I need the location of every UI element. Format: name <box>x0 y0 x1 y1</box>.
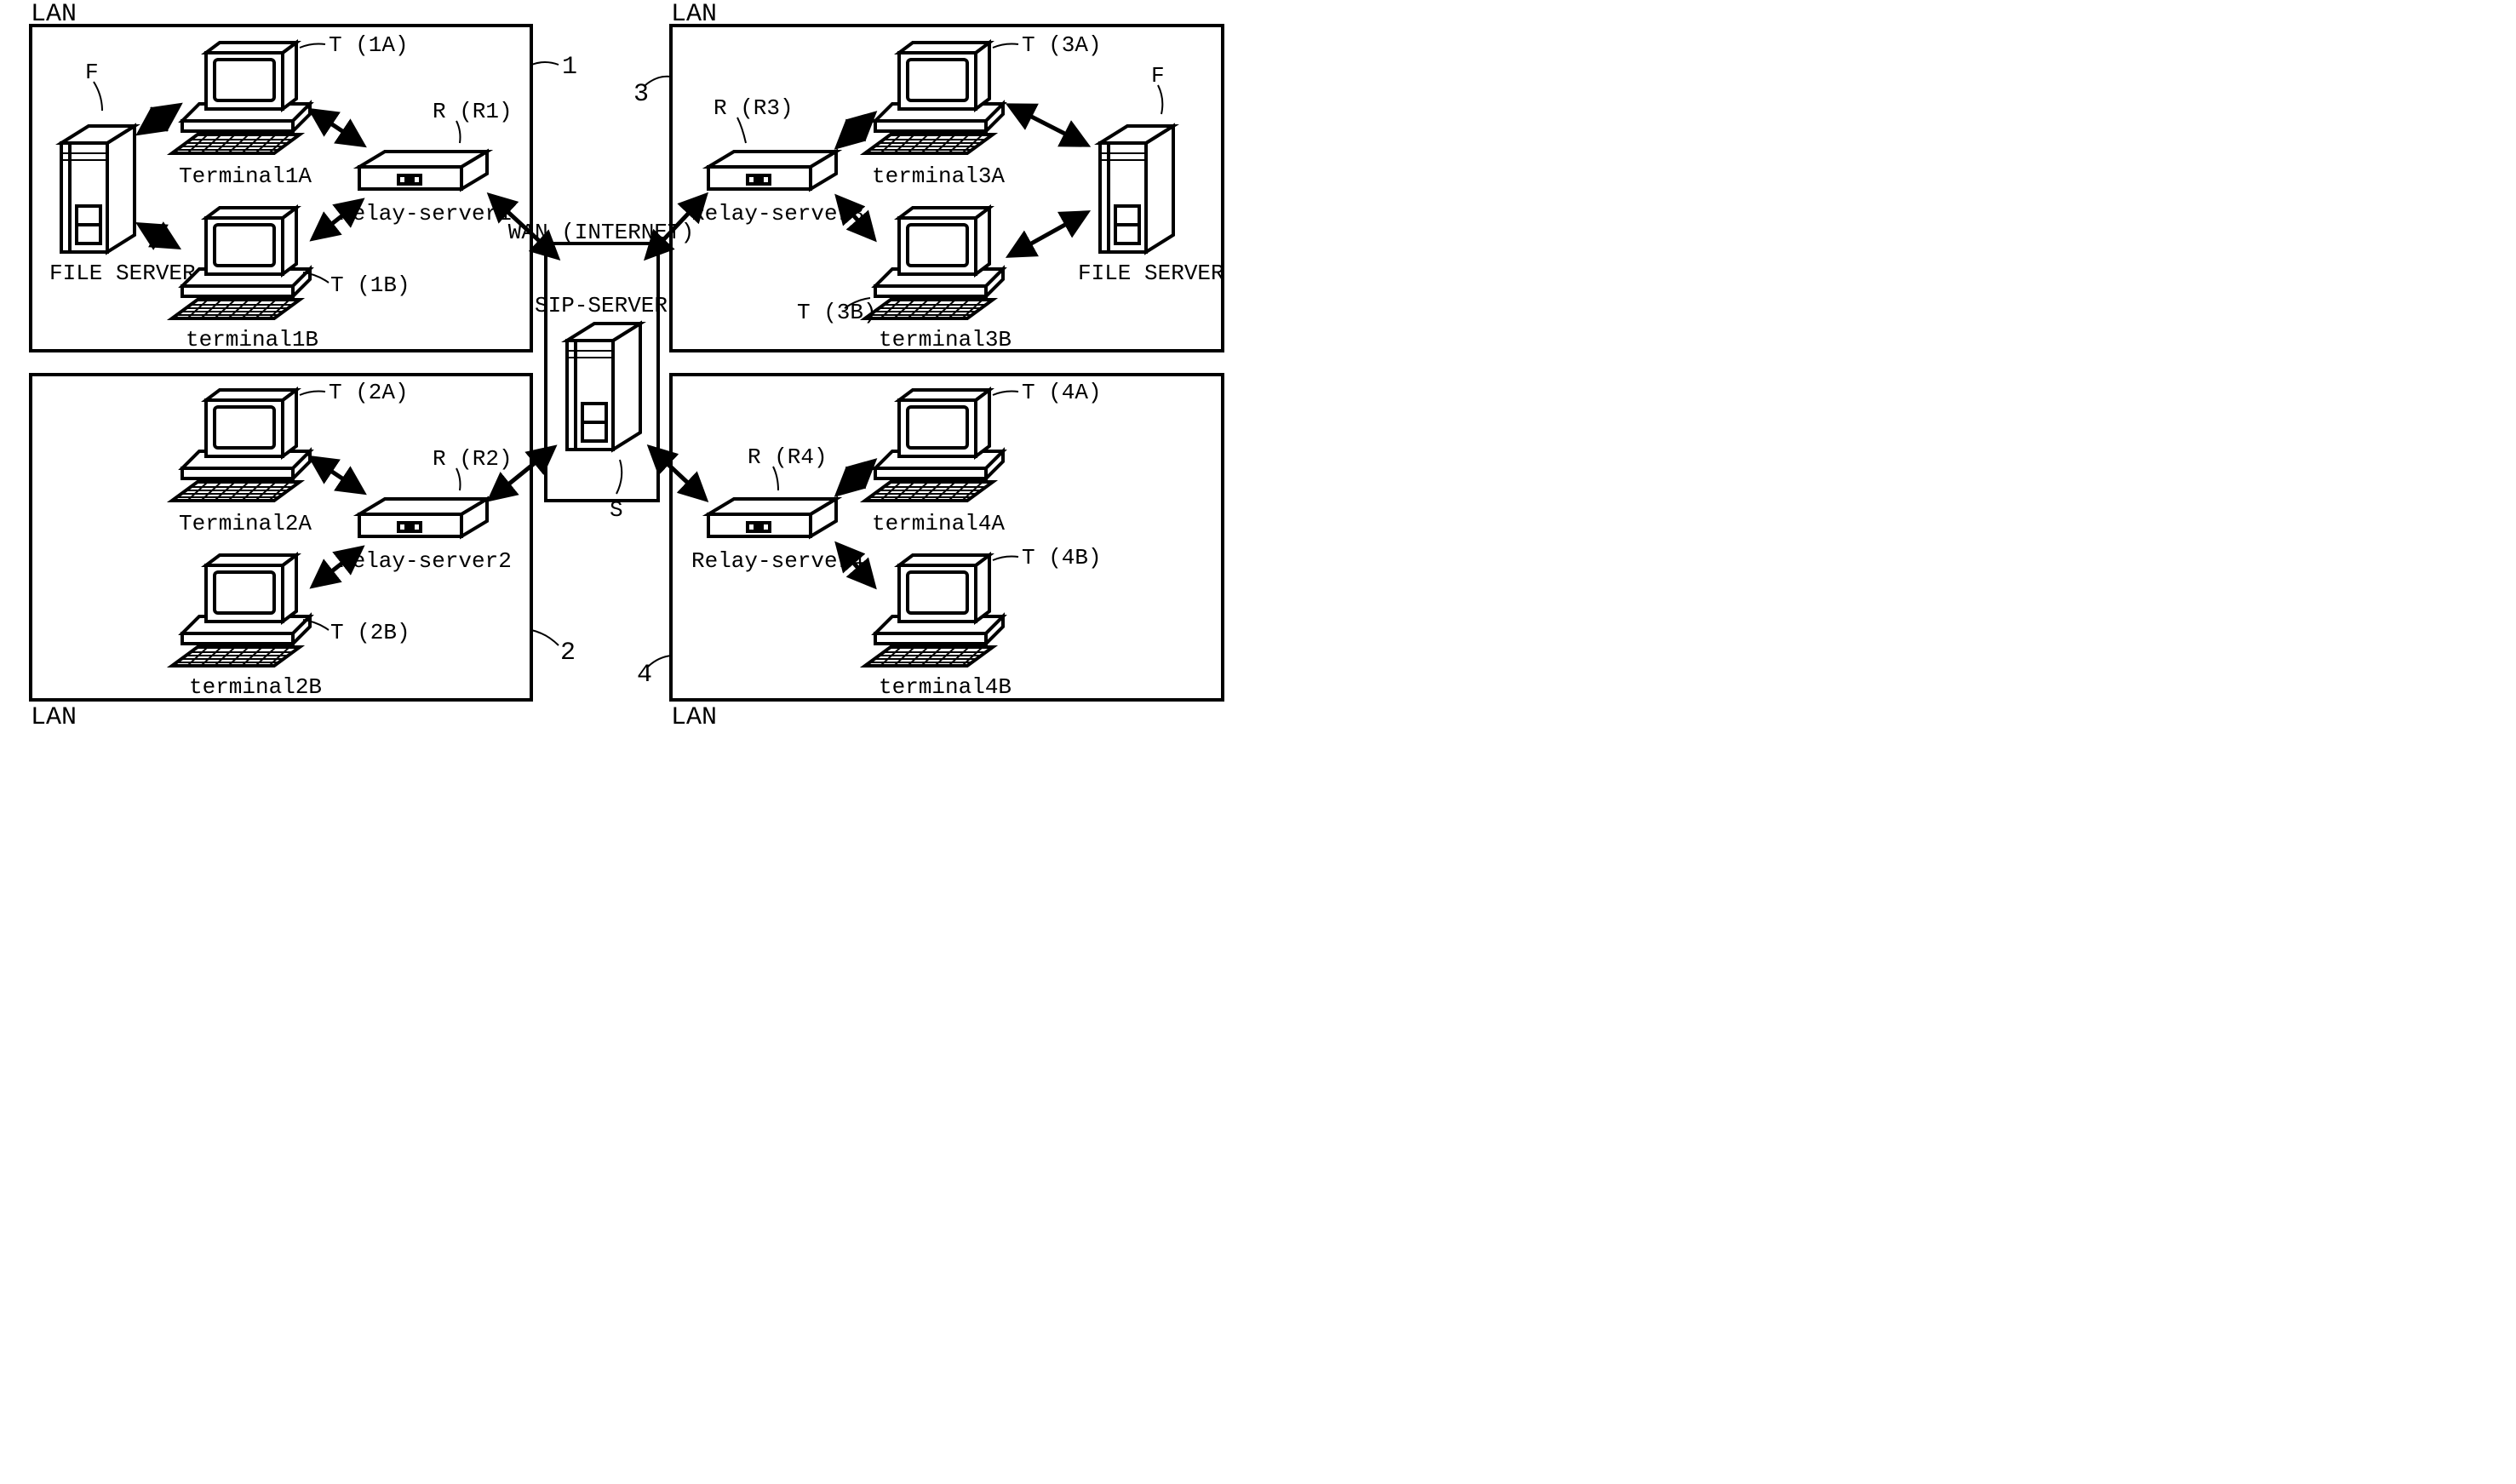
lan3-id: 3 <box>633 80 649 109</box>
lan1: FILE SERVER F Terminal1A T (1A) terminal… <box>49 32 577 352</box>
lan3-tb-callout: T (3B) <box>797 300 877 325</box>
terminal-icon <box>172 43 310 153</box>
lan3-label: LAN <box>671 0 717 29</box>
lan2-ta-callout: T (2A) <box>329 380 409 405</box>
lan2-relay-callout: R (R2) <box>433 446 513 472</box>
terminal-icon <box>865 390 1003 501</box>
lan3-tb-name: terminal3B <box>879 327 1012 352</box>
lan2-label: LAN <box>31 703 77 732</box>
lan2-relay-name: Relay-server2 <box>339 548 512 574</box>
diagram-root: LAN LAN LAN LAN WAN (INTERNET) SIP-SERVE… <box>0 0 1263 753</box>
sip-callout: S <box>610 497 623 523</box>
lan4-relay-callout: R (R4) <box>748 444 828 470</box>
lan4: Relay-server4 R (R4) terminal4A T (4A) t… <box>637 380 1102 700</box>
lan1-tb-callout: T (1B) <box>330 272 410 298</box>
file-server-icon <box>1100 126 1173 252</box>
lan4-id: 4 <box>637 661 652 690</box>
lan3-fileserver-callout: F <box>1151 63 1165 89</box>
lan1-ta-callout: T (1A) <box>329 32 409 58</box>
lan4-ta-callout: T (4A) <box>1022 380 1102 405</box>
relay-icon <box>359 499 487 536</box>
relay-icon <box>708 499 836 536</box>
relay-icon <box>708 152 836 189</box>
lan3-ta-callout: T (3A) <box>1022 32 1102 58</box>
lan3-relay-callout: R (R3) <box>714 95 794 121</box>
terminal-icon <box>865 208 1003 318</box>
lan2: Terminal2A T (2A) terminal2B T (2B) Rela… <box>172 380 576 700</box>
lan3-relay-name: Relay-server3 <box>691 201 864 226</box>
sip-label: SIP-SERVER <box>535 293 668 318</box>
lan4-tb-name: terminal4B <box>879 674 1012 700</box>
sip-server-icon <box>567 324 640 450</box>
lan4-label: LAN <box>671 703 717 732</box>
lan1-fileserver-callout: F <box>85 60 99 85</box>
terminal-icon <box>865 555 1003 666</box>
terminal-icon <box>172 390 310 501</box>
lan3-fileserver-name: FILE SERVER <box>1078 261 1224 286</box>
wan-label: WAN (INTERNET) <box>508 220 694 245</box>
lan1-ta-name: Terminal1A <box>179 163 312 189</box>
lan2-id: 2 <box>560 639 576 668</box>
terminal-icon <box>172 555 310 666</box>
file-server-icon <box>61 126 135 252</box>
lan1-relay-name: Relay-server1 <box>339 201 512 226</box>
lan2-tb-name: terminal2B <box>189 674 322 700</box>
relay-icon <box>359 152 487 189</box>
lan1-relay-callout: R (R1) <box>433 99 513 124</box>
lan1-id: 1 <box>562 53 577 82</box>
lan2-ta-name: Terminal2A <box>179 511 312 536</box>
lan4-tb-callout: T (4B) <box>1022 545 1102 570</box>
lan1-label: LAN <box>31 0 77 29</box>
lan4-relay-name: Relay-server4 <box>691 548 864 574</box>
lan3: Relay-server3 R (R3) terminal3A T (3A) t… <box>633 32 1224 352</box>
lan2-tb-callout: T (2B) <box>330 620 410 645</box>
lan4-ta-name: terminal4A <box>872 511 1005 536</box>
terminal-icon <box>865 43 1003 153</box>
lan3-ta-name: terminal3A <box>872 163 1005 189</box>
lan1-fileserver-name: FILE SERVER <box>49 261 196 286</box>
lan1-tb-name: terminal1B <box>186 327 318 352</box>
